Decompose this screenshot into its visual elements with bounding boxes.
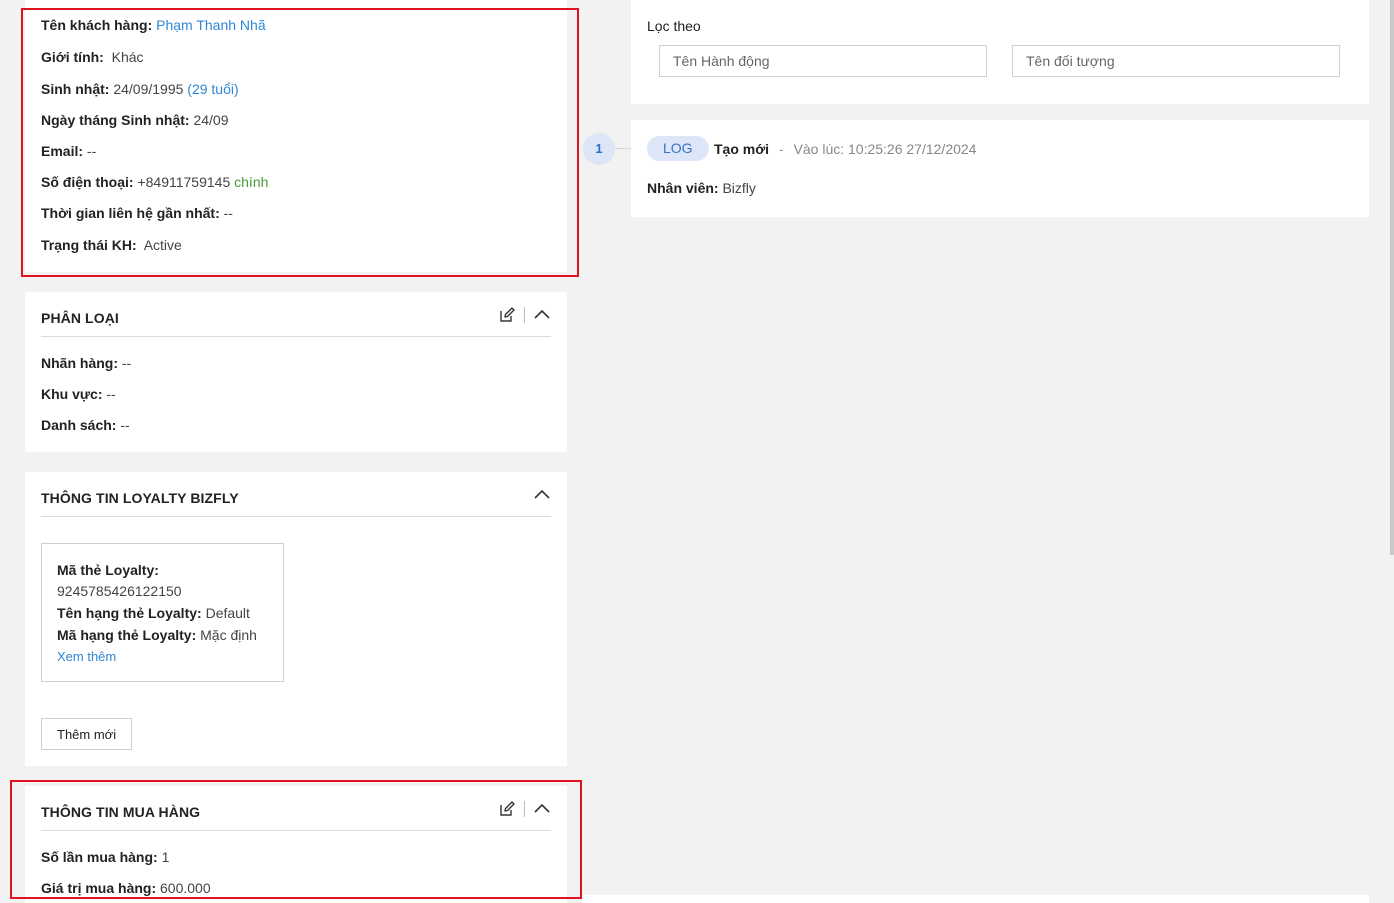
loyalty-tier-name-label: Tên hạng thẻ Loyalty: xyxy=(57,605,202,621)
purchase-header-actions xyxy=(498,800,551,818)
brand-row: Nhãn hàng: -- xyxy=(41,354,131,372)
timeline-index: 1 xyxy=(595,141,603,156)
edit-icon[interactable] xyxy=(498,800,516,818)
brand-label: Nhãn hàng: xyxy=(41,355,118,371)
region-label: Khu vực: xyxy=(41,386,103,402)
birthday-value: 24/09/1995 xyxy=(113,81,184,97)
chevron-up-icon[interactable] xyxy=(533,486,551,504)
customer-name-row: Tên khách hàng: Phạm Thanh Nhã xyxy=(41,16,266,34)
status-row: Trạng thái KH: Active xyxy=(41,236,182,254)
purchase-count-row: Số lần mua hàng: 1 xyxy=(41,848,169,866)
chevron-up-icon[interactable] xyxy=(533,306,551,324)
last-contact-label: Thời gian liên hệ gần nhất: xyxy=(41,205,220,221)
birth-daymonth-value: 24/09 xyxy=(193,112,229,128)
log-action: Tạo mới xyxy=(714,141,770,157)
chevron-up-icon[interactable] xyxy=(533,800,551,818)
brand-value: -- xyxy=(121,355,132,371)
log-staff-value: Bizfly xyxy=(722,180,756,196)
loyalty-divider xyxy=(41,516,551,517)
gender-value: Khác xyxy=(111,49,144,65)
loyalty-card-code-value: 9245785426122150 xyxy=(57,583,182,599)
edit-icon[interactable] xyxy=(498,306,516,324)
timeline-index-badge: 1 xyxy=(583,133,615,165)
age-value: (29 tuổi) xyxy=(187,81,239,97)
last-contact-value: -- xyxy=(223,205,233,221)
purchase-title: THÔNG TIN MUA HÀNG xyxy=(41,804,201,820)
loyalty-header-actions xyxy=(533,486,551,504)
list-row: Danh sách: -- xyxy=(41,416,130,434)
status-label: Trạng thái KH: xyxy=(41,237,137,253)
loyalty-card-box: Mã thẻ Loyalty: 9245785426122150 Tên hạn… xyxy=(41,543,284,682)
phone-primary-tag: chính xyxy=(234,174,269,190)
region-value: -- xyxy=(106,386,116,402)
header-divider xyxy=(524,801,525,817)
region-row: Khu vực: -- xyxy=(41,385,116,403)
phone-row: Số điện thoại: +84911759145 chính xyxy=(41,173,268,191)
action-name-input[interactable] xyxy=(659,45,987,77)
object-name-input[interactable] xyxy=(1012,45,1340,77)
list-value: -- xyxy=(120,417,130,433)
gender-label: Giới tính: xyxy=(41,49,104,65)
filter-card: Lọc theo xyxy=(631,0,1369,104)
header-divider xyxy=(524,307,525,323)
page: Tên khách hàng: Phạm Thanh Nhã Giới tính… xyxy=(0,0,1394,903)
email-label: Email: xyxy=(41,143,84,159)
loyalty-tier-code-value: Mặc định xyxy=(200,627,257,643)
purchase-value-label: Giá trị mua hàng: xyxy=(41,880,157,896)
loyalty-card: THÔNG TIN LOYALTY BIZFLY Mã thẻ Loyalty:… xyxy=(25,472,567,766)
log-badge-text: LOG xyxy=(663,140,693,156)
log-card: LOG Tạo mới - Vào lúc: 10:25:26 27/12/20… xyxy=(631,120,1369,217)
phone-label: Số điện thoại: xyxy=(41,174,134,190)
customer-info-card: Tên khách hàng: Phạm Thanh Nhã Giới tính… xyxy=(25,0,567,272)
purchase-count-value: 1 xyxy=(161,849,170,865)
purchase-divider xyxy=(41,830,551,831)
birthday-label: Sinh nhật: xyxy=(41,81,110,97)
page-scrollbar[interactable] xyxy=(1390,0,1394,555)
last-contact-row: Thời gian liên hệ gần nhất: -- xyxy=(41,204,233,222)
email-value: -- xyxy=(86,143,97,159)
next-card-edge xyxy=(582,895,1369,903)
list-label: Danh sách: xyxy=(41,417,117,433)
view-more-link[interactable]: Xem thêm xyxy=(57,649,116,664)
log-time: Vào lúc: 10:25:26 27/12/2024 xyxy=(793,141,977,157)
loyalty-card-code-label: Mã thẻ Loyalty: xyxy=(57,562,159,578)
log-staff-label: Nhân viên: xyxy=(647,180,719,196)
classification-title: PHÂN LOẠI xyxy=(41,310,119,326)
filter-title: Lọc theo xyxy=(647,18,701,34)
classification-card: PHÂN LOẠI Nhãn hàng: -- Khu vực: -- Danh… xyxy=(25,292,567,452)
status-value: Active xyxy=(143,237,182,253)
purchase-count-label: Số lần mua hàng: xyxy=(41,849,158,865)
loyalty-tier-code-label: Mã hạng thẻ Loyalty: xyxy=(57,627,197,643)
customer-name-label: Tên khách hàng: xyxy=(41,17,153,33)
customer-name-link[interactable]: Phạm Thanh Nhã xyxy=(156,17,265,33)
purchase-card: THÔNG TIN MUA HÀNG Số lần mua hàng: 1 Gi… xyxy=(25,786,567,903)
log-badge: LOG xyxy=(647,136,709,161)
purchase-value-row: Giá trị mua hàng: 600.000 xyxy=(41,879,211,897)
birthday-row: Sinh nhật: 24/09/1995 (29 tuổi) xyxy=(41,80,239,98)
gender-row: Giới tính: Khác xyxy=(41,48,144,66)
birth-daymonth-label: Ngày tháng Sinh nhật: xyxy=(41,112,190,128)
loyalty-tier-name-value: Default xyxy=(205,605,250,621)
log-separator: - xyxy=(778,141,784,157)
purchase-value-value: 600.000 xyxy=(160,880,211,896)
phone-value: +84911759145 xyxy=(137,174,231,190)
classification-header-actions xyxy=(498,306,551,324)
birth-daymonth-row: Ngày tháng Sinh nhật: 24/09 xyxy=(41,111,229,129)
email-row: Email: -- xyxy=(41,142,96,160)
add-new-button[interactable]: Thêm mới xyxy=(41,718,133,750)
classification-divider xyxy=(41,336,551,337)
loyalty-title: THÔNG TIN LOYALTY BIZFLY xyxy=(41,490,239,506)
